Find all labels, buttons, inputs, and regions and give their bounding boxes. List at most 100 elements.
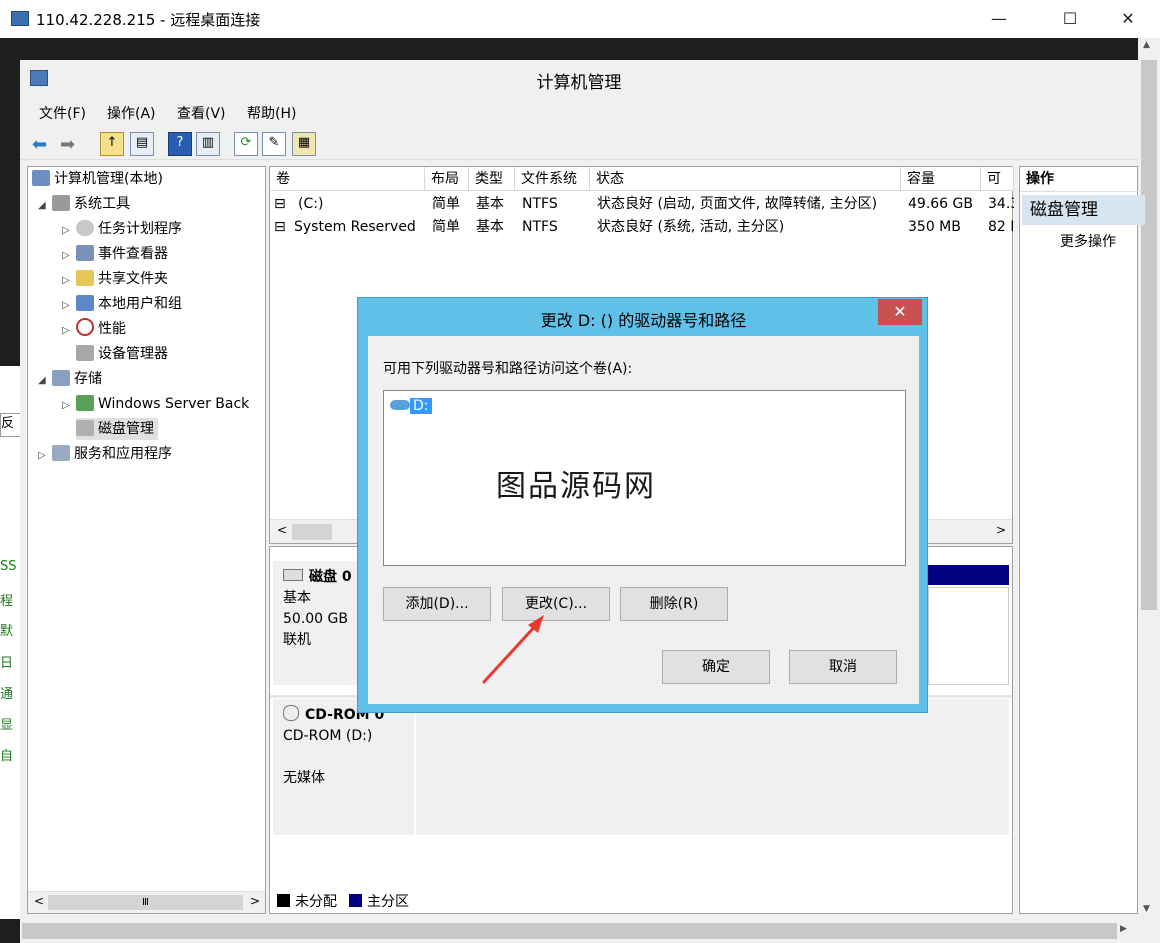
tree-item-shared-folders[interactable]: ▷ 共享文件夹 <box>62 268 168 290</box>
disk0-partition-area[interactable] <box>928 587 1009 685</box>
scroll-left-icon[interactable]: < <box>277 523 287 537</box>
scroll-right-icon[interactable]: > <box>996 523 1006 537</box>
collapsed-arrow-icon[interactable]: ▷ <box>62 320 76 342</box>
list-item[interactable]: D: <box>390 395 432 417</box>
back-arrow-icon[interactable]: ⬅ <box>32 134 47 155</box>
expanded-arrow-icon[interactable]: ◢ <box>38 195 52 217</box>
ok-button[interactable]: 确定 <box>662 650 770 684</box>
refresh-icon[interactable]: ⟳ <box>234 132 258 156</box>
scroll-down-icon[interactable]: ▼ <box>1143 904 1150 914</box>
column-header-layout[interactable]: 布局 <box>425 167 469 191</box>
column-header-status[interactable]: 状态 <box>590 167 901 191</box>
tree-label: 任务计划程序 <box>98 221 182 237</box>
tree-label: 系统工具 <box>74 196 130 212</box>
tree-label: 设备管理器 <box>98 346 168 362</box>
expanded-arrow-icon[interactable]: ◢ <box>38 370 52 392</box>
menu-help[interactable]: 帮助(H) <box>247 103 296 123</box>
scroll-up-icon[interactable]: ▲ <box>1143 40 1150 50</box>
remove-button[interactable]: 删除(R) <box>620 587 728 621</box>
dialog-title-bar: 更改 D: () 的驱动器号和路径 <box>358 298 929 336</box>
tree-item-system-tools[interactable]: ◢ 系统工具 <box>38 193 130 215</box>
cancel-button[interactable]: 取消 <box>789 650 897 684</box>
backup-icon <box>76 395 94 411</box>
tree-horizontal-scrollbar[interactable]: < Ⅲ > <box>28 891 265 913</box>
change-drive-letter-dialog: 更改 D: () 的驱动器号和路径 ✕ 可用下列驱动器号和路径访问这个卷(A):… <box>357 297 928 713</box>
horizontal-scrollbar[interactable]: ▶ <box>20 919 1160 943</box>
rdp-maximize-button[interactable]: ☐ <box>1047 0 1093 38</box>
collapsed-arrow-icon[interactable]: ▷ <box>62 395 76 415</box>
collapsed-arrow-icon[interactable]: ▷ <box>62 245 76 267</box>
tree-item-event-viewer[interactable]: ▷ 事件查看器 <box>62 243 168 265</box>
drive-icon: ⊟ <box>274 196 286 212</box>
list-item-label: D: <box>410 398 432 414</box>
show-hide-tree-icon[interactable]: ▤ <box>130 132 154 156</box>
drive-icon: ⊟ <box>274 219 286 235</box>
cdrom-area[interactable] <box>416 699 1009 835</box>
cdrom-icon <box>283 705 299 721</box>
rescan-disks-icon[interactable]: ▦ <box>292 132 316 156</box>
dialog-close-button[interactable]: ✕ <box>878 299 922 325</box>
tree-item-services-applications[interactable]: ▷ 服务和应用程序 <box>38 443 172 465</box>
properties-icon[interactable]: ✎ <box>262 132 286 156</box>
volume-scroll-thumb[interactable] <box>292 524 332 540</box>
scroll-right-icon[interactable]: ▶ <box>1120 924 1127 934</box>
background-window-fragment: 反项 SS 程 默 日 通 显 自 <box>0 366 22 919</box>
tree-label: 本地用户和组 <box>98 296 182 312</box>
forward-arrow-icon[interactable]: ➡ <box>60 134 75 155</box>
actions-pane: 操作 磁盘管理 更多操作 <box>1019 166 1145 914</box>
more-actions-link[interactable]: 更多操作 <box>1060 231 1116 251</box>
vertical-scroll-thumb[interactable] <box>1141 60 1157 610</box>
help-icon[interactable]: ? <box>168 132 192 156</box>
tree-item-disk-management[interactable]: 磁盘管理 <box>76 418 158 440</box>
drive-path-listbox[interactable]: D: 图品源码网 <box>383 390 906 566</box>
collapsed-arrow-icon[interactable]: ▷ <box>62 270 76 292</box>
disk0-primary-partition-bar[interactable] <box>928 565 1009 585</box>
legend: 未分配 主分区 <box>269 886 1013 914</box>
window-title-bar: 计算机管理 <box>20 60 1138 98</box>
tree-item-task-scheduler[interactable]: ▷ 任务计划程序 <box>62 218 182 240</box>
scroll-right-icon[interactable]: > <box>250 894 260 908</box>
cdrom-info[interactable]: CD-ROM 0 CD-ROM (D:) 无媒体 <box>273 699 414 835</box>
column-header-capacity[interactable]: 容量 <box>901 167 981 191</box>
tree-item-windows-server-backup[interactable]: ▷ Windows Server Back <box>62 393 262 415</box>
tree-item-device-manager[interactable]: 设备管理器 <box>76 343 168 365</box>
background-text: 日 <box>0 656 14 671</box>
toolbar: ⬅ ➡ ↑ ▤ ? ▥ ⟳ ✎ ▦ <box>20 126 1138 160</box>
collapsed-arrow-icon[interactable]: ▷ <box>62 220 76 242</box>
tree-item-performance[interactable]: ▷ 性能 <box>62 318 126 340</box>
cell-volume: System Reserved <box>294 219 416 235</box>
menu-view[interactable]: 查看(V) <box>177 103 226 123</box>
show-hide-action-pane-icon[interactable]: ▥ <box>196 132 220 156</box>
collapsed-arrow-icon[interactable]: ▷ <box>62 295 76 317</box>
column-header-type[interactable]: 类型 <box>469 167 515 191</box>
background-window-tab: 反项 <box>0 413 22 437</box>
cell-status: 状态良好 (启动, 页面文件, 故障转储, 主分区) <box>597 196 878 212</box>
horizontal-scroll-thumb[interactable] <box>22 923 1117 939</box>
collapsed-arrow-icon[interactable]: ▷ <box>38 445 52 467</box>
unallocated-swatch <box>277 894 290 907</box>
tree-item-local-users[interactable]: ▷ 本地用户和组 <box>62 293 182 315</box>
rdp-close-button[interactable]: ✕ <box>1105 0 1151 38</box>
actions-section-disk-management[interactable]: 磁盘管理 <box>1022 195 1145 225</box>
column-header-volume[interactable]: 卷 <box>270 167 425 191</box>
menu-file[interactable]: 文件(F) <box>39 103 86 123</box>
window-title: 计算机管理 <box>536 73 622 93</box>
tree-label: 共享文件夹 <box>98 271 168 287</box>
tree-label: 存储 <box>74 371 102 387</box>
tree-label: 性能 <box>98 321 126 337</box>
rdp-minimize-button[interactable]: — <box>976 0 1022 38</box>
menu-action[interactable]: 操作(A) <box>107 103 156 123</box>
storage-icon <box>52 370 70 386</box>
cell-free: 34.3 <box>988 196 1014 212</box>
tree-item-computer-management[interactable]: 计算机管理(本地) <box>32 168 163 190</box>
dialog-body: 可用下列驱动器号和路径访问这个卷(A): D: 图品源码网 添加(D)... 更… <box>368 336 919 704</box>
column-header-free[interactable]: 可用 <box>981 167 1014 191</box>
scroll-left-icon[interactable]: < <box>34 894 44 908</box>
tree-scroll-thumb[interactable]: Ⅲ <box>48 895 243 910</box>
tree-item-storage[interactable]: ◢ 存储 <box>38 368 102 390</box>
rdp-app-icon <box>11 11 29 26</box>
background-text: 自 <box>0 749 14 764</box>
up-folder-icon[interactable]: ↑ <box>100 132 124 156</box>
column-header-filesystem[interactable]: 文件系统 <box>515 167 590 191</box>
annotation-arrow-icon <box>481 615 544 685</box>
